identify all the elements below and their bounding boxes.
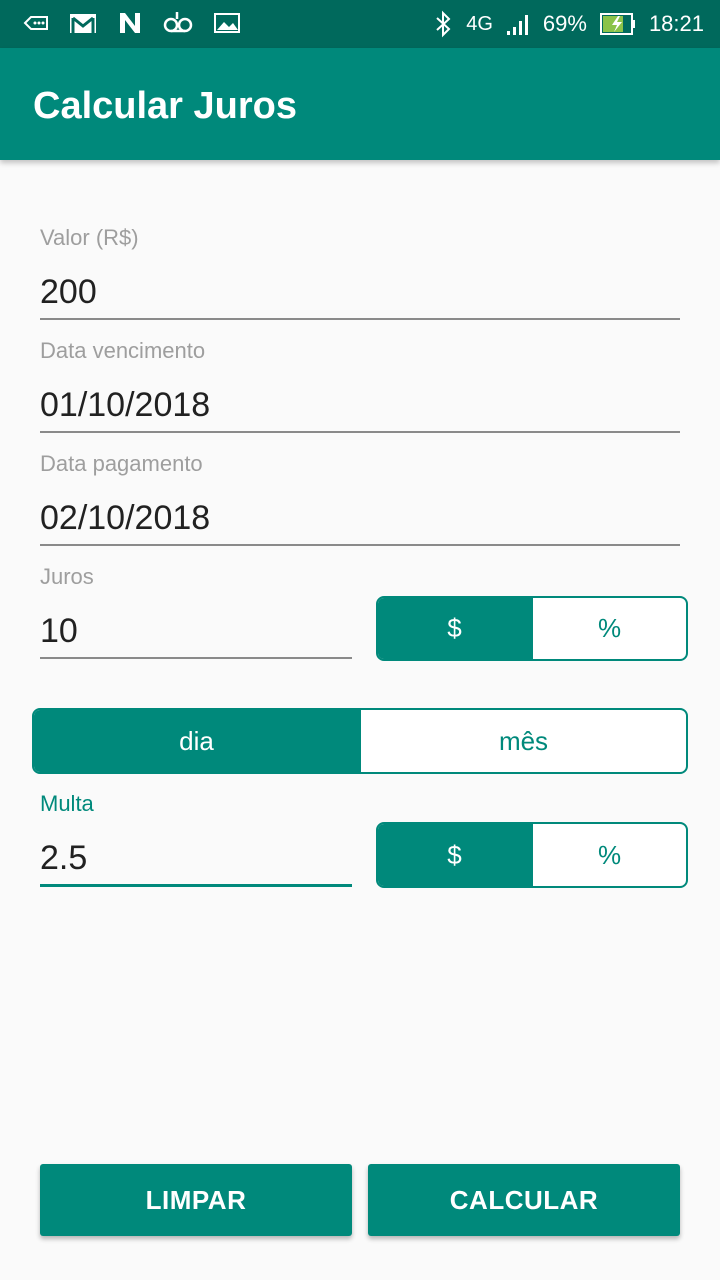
multa-percent-option[interactable]: % (531, 824, 686, 886)
juros-currency-option[interactable]: $ (378, 598, 531, 659)
multa-input[interactable]: 2.5 (40, 838, 87, 878)
multa-currency-option[interactable]: $ (378, 824, 531, 886)
image-icon (212, 9, 242, 37)
vencimento-input[interactable]: 01/10/2018 (40, 385, 210, 425)
juros-percent-option[interactable]: % (531, 598, 686, 659)
vencimento-label: Data vencimento (40, 338, 206, 363)
juros-input[interactable]: 10 (40, 611, 78, 651)
pagamento-input[interactable]: 02/10/2018 (40, 498, 210, 538)
juros-unit-toggle: $ % (376, 596, 688, 661)
signal-icon (505, 11, 531, 37)
valor-input[interactable]: 200 (40, 272, 97, 312)
page-title: Calcular Juros (33, 85, 297, 127)
period-day-option[interactable]: dia (34, 710, 359, 772)
battery-percent: 69% (542, 11, 587, 36)
clear-button[interactable]: LIMPAR (40, 1164, 352, 1236)
status-bar: 4G 69% 18:21 (0, 0, 720, 48)
multa-underline (40, 884, 352, 887)
network-type: 4G (466, 13, 493, 35)
clock: 18:21 (648, 11, 704, 36)
multa-unit-toggle: $ % (376, 822, 688, 888)
calculate-button[interactable]: CALCULAR (368, 1164, 680, 1236)
period-month-option[interactable]: mês (359, 710, 686, 772)
valor-underline (40, 318, 680, 320)
battery-charging-icon (599, 11, 637, 37)
voicemail-tape-icon (162, 9, 194, 37)
juros-underline (40, 657, 352, 659)
vencimento-underline (40, 431, 680, 433)
pagamento-underline (40, 544, 680, 546)
multa-label: Multa (40, 791, 94, 816)
valor-label: Valor (R$) (40, 225, 139, 250)
n-app-icon (116, 9, 144, 37)
app-bar: Calcular Juros (0, 48, 720, 160)
bluetooth-icon (432, 9, 454, 39)
gmail-icon (68, 9, 98, 37)
voicemail-icon (22, 9, 50, 37)
pagamento-label: Data pagamento (40, 451, 203, 476)
juros-label: Juros (40, 564, 94, 589)
period-toggle: dia mês (32, 708, 688, 774)
